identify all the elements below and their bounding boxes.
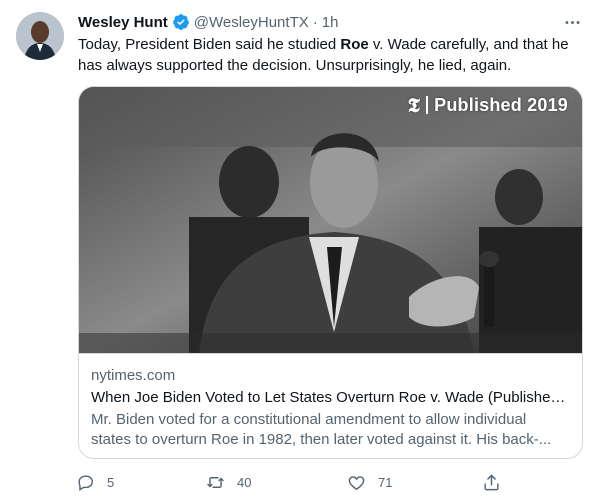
more-icon[interactable] xyxy=(560,10,584,34)
share-icon xyxy=(484,474,499,490)
tweet[interactable]: Wesley Hunt @WesleyHuntTX · 1h Today, Pr… xyxy=(0,0,598,504)
tweet-text: Today, President Biden said he studied R… xyxy=(78,34,578,76)
reply-icon xyxy=(78,474,93,491)
tweet-header: Wesley Hunt @WesleyHuntTX · 1h xyxy=(78,12,338,32)
tweet-text-part1: Today, President Biden said he studied xyxy=(78,36,341,53)
card-title: When Joe Biden Voted to Let States Overt… xyxy=(91,389,570,406)
card-photo xyxy=(79,87,582,353)
avatar-image xyxy=(16,12,64,60)
retweet-icon xyxy=(207,476,224,488)
card-description: Mr. Biden voted for a constitutional ame… xyxy=(91,411,552,448)
avatar[interactable] xyxy=(16,12,64,60)
reply-count: 5 xyxy=(107,474,115,490)
card-body[interactable]: nytimes.com When Joe Biden Voted to Let … xyxy=(79,353,582,458)
published-badge: 𝕿 Published 2019 xyxy=(402,92,574,118)
verified-icon xyxy=(172,14,189,30)
timestamp[interactable]: 1h xyxy=(322,14,339,31)
reply-button[interactable]: 5 xyxy=(76,470,114,494)
card-image[interactable]: 𝕿 Published 2019 xyxy=(79,87,582,353)
author-handle[interactable]: @WesleyHuntTX xyxy=(194,14,309,31)
like-icon xyxy=(348,475,365,490)
author-name[interactable]: Wesley Hunt xyxy=(78,14,168,31)
like-count: 71 xyxy=(378,474,393,490)
link-card[interactable]: 𝕿 Published 2019 nytimes.com When Joe Bi… xyxy=(78,86,583,459)
nyt-logo-icon: 𝕿 xyxy=(407,93,421,117)
tweet-text-bold: Roe xyxy=(340,36,369,53)
badge-label: Published 2019 xyxy=(434,94,568,115)
retweet-button[interactable]: 40 xyxy=(206,470,251,494)
share-button[interactable] xyxy=(482,470,513,494)
card-domain: nytimes.com xyxy=(91,367,176,384)
action-bar: 5 40 71 xyxy=(72,470,502,494)
separator-dot: · xyxy=(312,13,318,31)
like-button[interactable]: 71 xyxy=(347,470,392,494)
retweet-count: 40 xyxy=(237,474,252,490)
badge-divider xyxy=(426,96,429,114)
